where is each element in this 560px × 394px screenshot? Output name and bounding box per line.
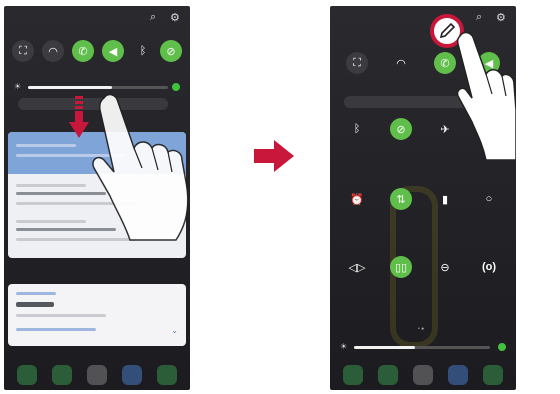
left-phone-screen: ⌕ ⚙ ⛶ ◠ ✆ ◀ ᛒ ⊘ ☀ ⌄	[4, 6, 190, 390]
rotate-icon[interactable]: ○	[478, 188, 500, 210]
chevron-down-icon[interactable]: ⌄	[171, 326, 178, 335]
screen-capture-icon[interactable]: ⛶	[346, 52, 368, 74]
charging-notification[interactable]: ⌄	[8, 284, 186, 346]
minus-icon[interactable]: ⊖	[434, 256, 456, 278]
dock	[10, 364, 184, 386]
screen-capture-icon[interactable]: ⛶	[12, 40, 34, 62]
wifi-icon[interactable]: ◠	[42, 40, 64, 62]
brightness-icon: ☀	[14, 82, 22, 91]
battery-icon[interactable]: ▮	[434, 188, 456, 210]
page-indicator: • ●	[418, 326, 425, 332]
swipe-down-arrow-icon	[69, 96, 89, 138]
auto-brightness-icon[interactable]	[498, 343, 506, 351]
next-step-arrow-icon	[254, 140, 294, 172]
call-icon[interactable]: ✆	[72, 40, 94, 62]
hotspot-icon[interactable]: (o)	[478, 256, 500, 278]
data-icon[interactable]: ⇅	[390, 188, 412, 210]
bluetooth-icon[interactable]: ᛒ	[132, 40, 154, 62]
search-icon[interactable]: ⌕	[150, 11, 156, 24]
brightness-slider[interactable]	[354, 346, 490, 349]
no-disturb-icon[interactable]: ⊘	[160, 40, 182, 62]
nfc-icon[interactable]: ◁▷	[346, 256, 368, 278]
gear-icon[interactable]: ⚙	[170, 11, 180, 24]
alarm-icon[interactable]: ⏰	[346, 188, 368, 210]
gear-icon[interactable]: ⚙	[496, 11, 506, 24]
status-bar: ⌕ ⚙	[12, 11, 182, 24]
pencil-icon	[439, 22, 456, 39]
airplane-icon[interactable]: ✈	[434, 118, 456, 140]
status-bar: ⌕ ⚙	[338, 11, 508, 24]
right-phone-screen: ⌕ ⚙ ⛶ ◠ ✆ ◀ ᛒ ⊘ ✈ ▮ ⏰ ⇅ ▮ ○ ◁▷ ▯▯ ⊖ (o) …	[330, 6, 516, 390]
reader-icon[interactable]: ▯▯	[390, 256, 412, 278]
search-icon[interactable]: ⌕	[476, 11, 482, 24]
brightness-slider[interactable]	[28, 86, 168, 89]
no-disturb-icon[interactable]: ⊘	[390, 118, 412, 140]
brightness-icon: ☀	[340, 342, 348, 351]
sound-icon[interactable]: ◀	[102, 40, 124, 62]
hand-gesture-icon	[92, 93, 189, 241]
wifi-icon[interactable]: ◠	[390, 52, 412, 74]
hand-gesture-icon	[456, 31, 516, 160]
bluetooth-icon[interactable]: ᛒ	[346, 118, 368, 140]
dock	[336, 364, 510, 386]
auto-brightness-icon[interactable]	[172, 83, 180, 91]
call-icon[interactable]: ✆	[434, 52, 456, 74]
